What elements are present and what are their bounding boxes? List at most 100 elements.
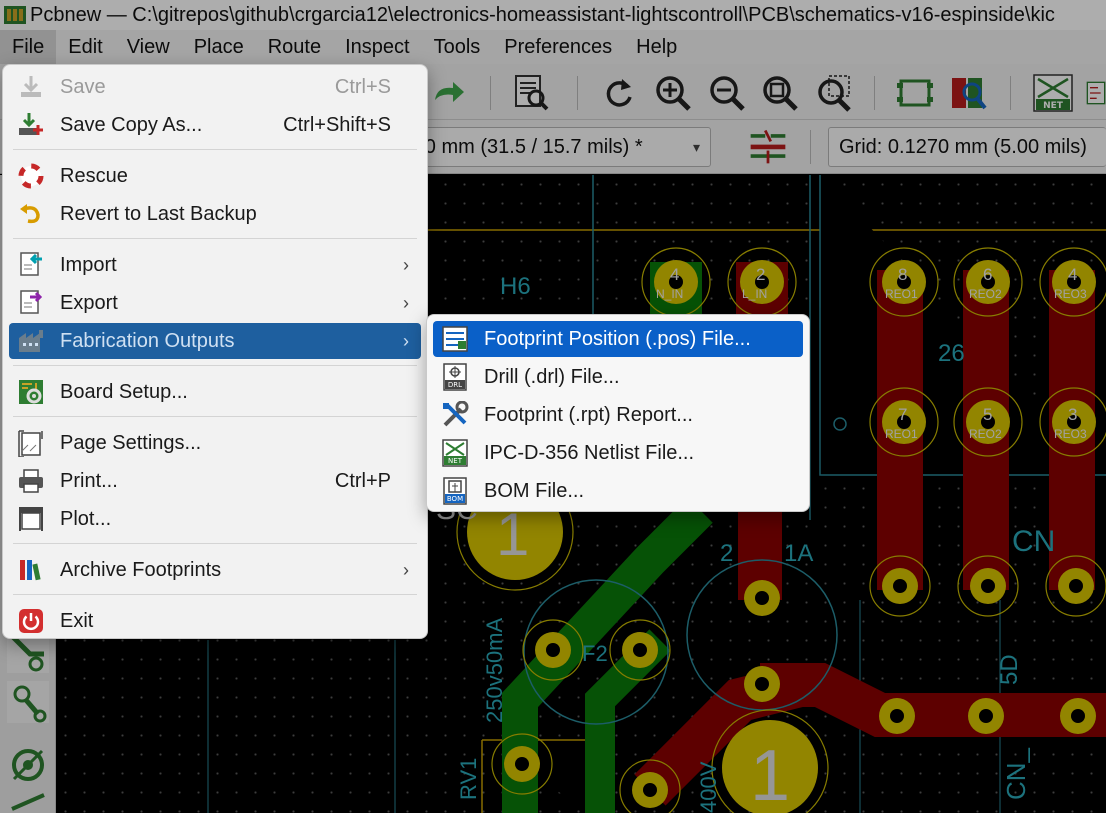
menu-item-label: Revert to Last Backup xyxy=(60,202,257,225)
menu-item-archive-footprints[interactable]: Archive Footprints › xyxy=(9,552,421,588)
track-width-select[interactable]: 0.40 mm (31.5 / 15.7 mils) * ▾ xyxy=(386,127,711,167)
title-bar: Pcbnew — C:\gitrepos\github\crgarcia12\e… xyxy=(0,0,1106,30)
zoom-selection-icon[interactable] xyxy=(813,72,855,114)
zoom-fit-icon[interactable] xyxy=(759,72,801,114)
menu-item-label: IPC-D-356 Netlist File... xyxy=(484,441,695,464)
menu-separator xyxy=(13,238,417,239)
bom-icon: BOM xyxy=(435,473,475,509)
ref-h6-label: H6 xyxy=(500,273,531,300)
menu-item-revert[interactable]: Revert to Last Backup xyxy=(9,196,421,232)
menu-tools[interactable]: Tools xyxy=(422,30,493,64)
menu-edit[interactable]: Edit xyxy=(56,30,114,64)
menu-item-save-copy-as[interactable]: Save Copy As... Ctrl+Shift+S xyxy=(9,107,421,143)
menu-item-label: Rescue xyxy=(60,164,128,187)
drill-icon: DRL xyxy=(435,359,475,395)
menu-item-drill-file[interactable]: DRL Drill (.drl) File... xyxy=(433,359,803,395)
menu-item-label: Page Settings... xyxy=(60,431,202,454)
zoom-out-icon[interactable] xyxy=(706,72,748,114)
menu-item-label: Drill (.drl) File... xyxy=(484,365,620,388)
board-text: CN xyxy=(1012,525,1056,558)
menu-inspect[interactable]: Inspect xyxy=(333,30,421,64)
menu-item-save[interactable]: Save Ctrl+S xyxy=(9,69,421,105)
schematic-icon[interactable] xyxy=(1086,72,1106,114)
menu-item-label: Archive Footprints xyxy=(60,558,222,581)
svg-text:NET: NET xyxy=(1043,101,1064,111)
menu-separator xyxy=(13,365,417,366)
board-text: 5D xyxy=(996,654,1023,685)
chevron-right-icon: › xyxy=(403,292,409,313)
footprint-editor-icon[interactable] xyxy=(894,72,936,114)
menu-item-ipc-netlist[interactable]: NET IPC-D-356 Netlist File... xyxy=(433,435,803,471)
pad-number: 3 xyxy=(1068,405,1078,424)
pad-number: 6 xyxy=(983,265,993,284)
fabrication-icon xyxy=(11,323,51,359)
add-via-icon[interactable] xyxy=(6,743,50,793)
page-find-icon[interactable] xyxy=(510,72,552,114)
update-pcb-netlist-icon[interactable]: NET xyxy=(1032,72,1074,114)
board-text: 26 xyxy=(938,340,965,367)
netlist-badge-text: NET xyxy=(448,457,463,465)
menu-place[interactable]: Place xyxy=(182,30,256,64)
fabrication-outputs-submenu: Footprint Position (.pos) File... DRL Dr… xyxy=(426,314,810,512)
board-text: 1 xyxy=(750,736,791,813)
menu-separator xyxy=(13,594,417,595)
pad-number: 4 xyxy=(1068,265,1078,284)
board-text: 250v50mA xyxy=(482,617,507,723)
menu-file[interactable]: File xyxy=(0,30,57,64)
import-icon xyxy=(11,247,51,283)
chevron-right-icon: › xyxy=(403,559,409,580)
toolbar-separator xyxy=(1010,76,1011,110)
board-text: F2 xyxy=(582,641,608,666)
menu-item-footprint-report[interactable]: Footprint (.rpt) Report... xyxy=(433,397,803,433)
toolbar-separator xyxy=(810,130,811,164)
menu-view[interactable]: View xyxy=(115,30,182,64)
menu-item-plot[interactable]: Plot... xyxy=(9,501,421,537)
menu-item-page-settings[interactable]: Page Settings... xyxy=(9,425,421,461)
menu-item-print[interactable]: Print... Ctrl+P xyxy=(9,463,421,499)
menu-item-import[interactable]: Import › xyxy=(9,247,421,283)
menu-preferences[interactable]: Preferences xyxy=(492,30,624,64)
add-zone-icon[interactable] xyxy=(6,793,50,813)
board-setup-icon xyxy=(11,374,51,410)
board-text: CN_ xyxy=(1001,747,1031,800)
board-text: RV1 xyxy=(456,757,481,800)
route-diff-pair-icon[interactable] xyxy=(6,680,50,730)
pad-number: 2 xyxy=(756,265,766,284)
zoom-in-icon[interactable] xyxy=(652,72,694,114)
menu-item-label: Fabrication Outputs xyxy=(60,329,235,352)
menu-item-exit[interactable]: Exit xyxy=(9,603,421,639)
file-menu: Save Ctrl+S Save Copy As... Ctrl+Shift+S… xyxy=(2,64,428,639)
chevron-down-icon: ▾ xyxy=(692,139,700,155)
grid-value: Grid: 0.1270 mm (5.00 mils) xyxy=(839,136,1087,158)
menu-item-fabrication-outputs[interactable]: Fabrication Outputs › xyxy=(9,323,421,359)
menu-item-export[interactable]: Export › xyxy=(9,285,421,321)
menu-item-bom-file[interactable]: BOM BOM File... xyxy=(433,473,803,509)
grid-select[interactable]: Grid: 0.1270 mm (5.00 mils) xyxy=(828,127,1106,167)
pcbnew-app-icon xyxy=(0,0,30,30)
footprint-browser-icon[interactable] xyxy=(947,72,989,114)
chevron-right-icon: › xyxy=(403,330,409,351)
menu-item-rescue[interactable]: Rescue xyxy=(9,158,421,194)
pad-number: 7 xyxy=(898,405,908,424)
pad-net-label: REO2 xyxy=(969,287,1002,301)
toolbar-separator xyxy=(577,76,578,110)
redo-icon[interactable] xyxy=(428,72,470,114)
pad-number: 5 xyxy=(983,405,993,424)
menu-item-label: Save xyxy=(60,75,106,98)
pad-net-label: REO1 xyxy=(885,427,918,441)
redraw-icon[interactable] xyxy=(597,72,639,114)
via-size-icon[interactable] xyxy=(747,125,789,167)
menu-item-footprint-position[interactable]: Footprint Position (.pos) File... xyxy=(433,321,803,357)
menu-route[interactable]: Route xyxy=(256,30,333,64)
window-title: Pcbnew — C:\gitrepos\github\crgarcia12\e… xyxy=(30,3,1055,26)
menu-help[interactable]: Help xyxy=(624,30,689,64)
pad-net-label: REO3 xyxy=(1054,427,1087,441)
plot-icon xyxy=(11,501,51,537)
report-tools-icon xyxy=(435,397,475,433)
menu-item-board-setup[interactable]: Board Setup... xyxy=(9,374,421,410)
archive-icon xyxy=(11,552,51,588)
menu-separator xyxy=(13,149,417,150)
toolbar-separator xyxy=(874,76,875,110)
menu-item-label: Export xyxy=(60,291,118,314)
pad-number: 8 xyxy=(898,265,908,284)
